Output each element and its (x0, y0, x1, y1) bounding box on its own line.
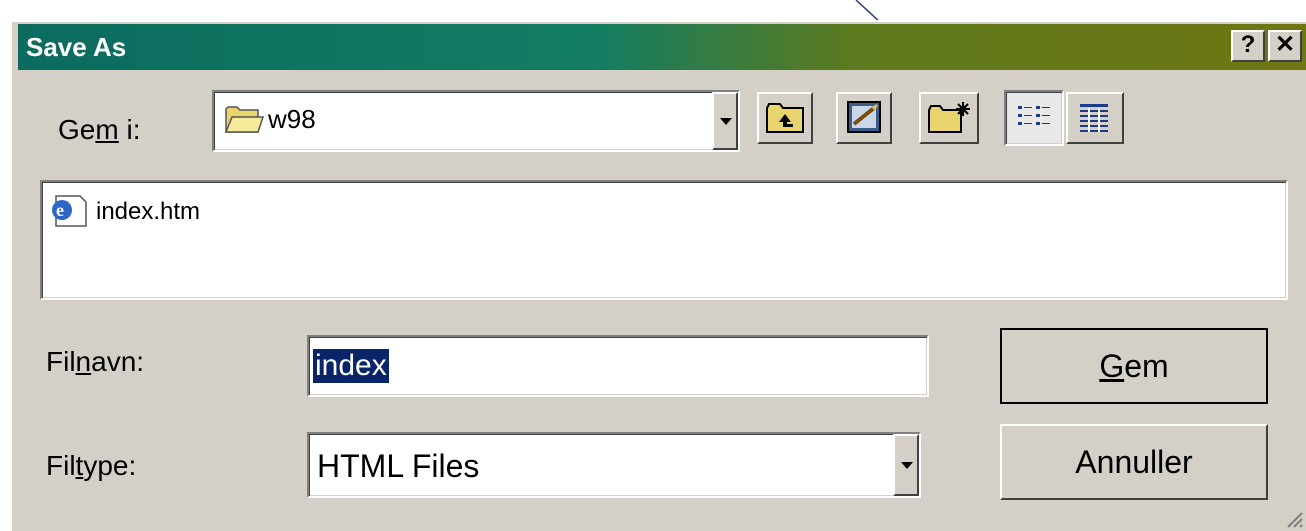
filename-value: index (313, 349, 389, 383)
save-button-label: Gem (1099, 348, 1169, 384)
ie-html-file-icon: e (52, 195, 87, 227)
filetype-value: HTML Files (317, 448, 480, 484)
filename-input[interactable]: index (307, 335, 929, 397)
new-folder-icon (928, 102, 970, 133)
save-in-label: Gem i: (58, 114, 141, 145)
folder-icon (224, 106, 264, 133)
resize-grip-icon (1287, 512, 1303, 528)
up-one-level-button[interactable] (757, 92, 813, 144)
help-icon: ? (1240, 31, 1256, 58)
save-in-value: w98 (268, 104, 316, 134)
filetype-dropdown-arrow[interactable] (893, 434, 919, 496)
close-button[interactable]: ✕ (1268, 30, 1302, 62)
cancel-button-label: Annuller (1075, 444, 1193, 480)
list-view-icon (1018, 106, 1050, 125)
save-button[interactable]: Gem (1000, 328, 1268, 404)
new-folder-button[interactable] (919, 92, 979, 144)
cancel-button[interactable]: Annuller (1000, 424, 1268, 500)
close-icon: ✕ (1274, 31, 1296, 58)
help-button[interactable]: ? (1231, 30, 1265, 62)
filetype-dropdown[interactable]: HTML Files (307, 432, 921, 498)
save-in-dropdown-arrow[interactable] (712, 92, 738, 150)
up-one-level-icon (766, 103, 804, 133)
filetype-label: Filtype: (46, 450, 137, 481)
svg-text:e: e (56, 200, 64, 220)
file-name: index.htm (96, 198, 201, 225)
title-bar[interactable]: Save As ? ✕ (18, 24, 1306, 70)
details-view-icon (1080, 104, 1108, 132)
window-title: Save As (26, 32, 127, 62)
list-view-button[interactable] (1004, 90, 1064, 146)
save-in-dropdown[interactable]: w98 (212, 90, 740, 152)
filename-label: Filnavn: (46, 346, 145, 377)
desktop-icon (847, 101, 881, 133)
file-list[interactable]: e index.htm (40, 180, 1288, 300)
details-view-button[interactable] (1066, 92, 1124, 144)
desktop-button[interactable] (836, 92, 892, 144)
